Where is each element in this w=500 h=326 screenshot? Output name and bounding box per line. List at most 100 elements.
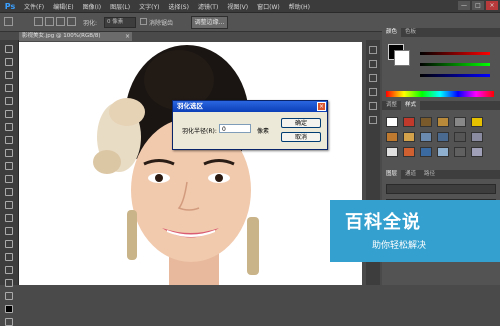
tools-panel [0, 40, 19, 326]
style-swatch[interactable] [386, 132, 398, 142]
dialog-title: 羽化选区 [173, 101, 327, 112]
new-selection-icon[interactable] [34, 17, 43, 26]
menu-layer[interactable]: 图层(L) [110, 2, 130, 11]
intersect-selection-icon[interactable] [67, 17, 76, 26]
blue-slider[interactable] [420, 74, 490, 77]
tab-channels[interactable]: 通道 [401, 170, 420, 179]
photoshop-logo: Ps [4, 1, 16, 11]
zoom-tool-icon[interactable] [5, 292, 13, 300]
adjust-panel-tabs: 调整 样式 [382, 101, 500, 110]
menu-filter[interactable]: 滤镜(T) [198, 2, 218, 11]
menu-select[interactable]: 选择(S) [168, 2, 189, 11]
quick-select-tool-icon[interactable] [5, 84, 13, 92]
shape-tool-icon[interactable] [5, 266, 13, 274]
menu-view[interactable]: 视图(V) [227, 2, 248, 11]
style-swatch[interactable] [471, 132, 483, 142]
dodge-tool-icon[interactable] [5, 214, 13, 222]
marquee-tool-icon[interactable] [5, 58, 13, 66]
style-swatch[interactable] [471, 147, 483, 157]
style-swatch[interactable] [420, 132, 432, 142]
ok-button[interactable]: 确定 [281, 118, 321, 128]
tab-paths[interactable]: 路径 [420, 170, 439, 179]
actions-icon[interactable] [369, 60, 377, 68]
history-icon[interactable] [369, 46, 377, 54]
style-swatch[interactable] [386, 147, 398, 157]
move-tool-icon[interactable] [5, 45, 13, 53]
refine-edge-button[interactable]: 调整边缘... [191, 16, 228, 29]
menu-window[interactable]: 窗口(W) [257, 2, 280, 11]
menu-image[interactable]: 图像(I) [83, 2, 101, 11]
style-swatch[interactable] [386, 117, 398, 127]
style-swatch[interactable] [437, 147, 449, 157]
style-swatch[interactable] [420, 147, 432, 157]
style-swatch[interactable] [437, 132, 449, 142]
blur-tool-icon[interactable] [5, 201, 13, 209]
foreground-color-swatch[interactable] [5, 305, 13, 313]
menu-edit[interactable]: 编辑(E) [53, 2, 73, 11]
close-document-icon[interactable]: × [125, 32, 130, 41]
layers-panel-tabs: 图层 通道 路径 [382, 170, 500, 179]
green-slider[interactable] [420, 63, 490, 66]
feather-selection-dialog: 羽化选区 × 羽化半径(R): 0 像素 确定 取消 [172, 100, 328, 150]
color-spectrum[interactable] [386, 91, 494, 97]
tab-layers[interactable]: 图层 [382, 170, 402, 179]
pen-tool-icon[interactable] [5, 227, 13, 235]
path-select-tool-icon[interactable] [5, 253, 13, 261]
lasso-tool-icon[interactable] [5, 71, 13, 79]
feather-radius-input[interactable]: 0 [219, 124, 251, 133]
red-slider[interactable] [420, 52, 490, 55]
add-selection-icon[interactable] [45, 17, 54, 26]
eyedropper-tool-icon[interactable] [5, 110, 13, 118]
feather-value: 0 像素 [107, 19, 124, 25]
tab-color[interactable]: 颜色 [382, 28, 402, 37]
watermark-subtitle: 助你轻松解决 [372, 241, 427, 251]
brush-tool-icon[interactable] [5, 136, 13, 144]
style-swatch[interactable] [420, 117, 432, 127]
close-window-button[interactable]: × [486, 1, 498, 10]
tab-styles[interactable]: 样式 [401, 101, 421, 110]
minimize-button[interactable]: — [458, 1, 470, 10]
crop-tool-icon[interactable] [5, 97, 13, 105]
quick-mask-icon[interactable] [5, 318, 13, 326]
eraser-tool-icon[interactable] [5, 175, 13, 183]
paragraph-icon[interactable] [369, 116, 377, 124]
properties-icon[interactable] [369, 74, 377, 82]
type-tool-icon[interactable] [5, 240, 13, 248]
info-icon[interactable] [369, 88, 377, 96]
feather-input[interactable]: 0 像素 [104, 17, 136, 28]
menu-help[interactable]: 帮助(H) [289, 2, 310, 11]
healing-tool-icon[interactable] [5, 123, 13, 131]
style-swatch[interactable] [454, 117, 466, 127]
gradient-tool-icon[interactable] [5, 188, 13, 196]
character-icon[interactable] [369, 102, 377, 110]
cancel-button[interactable]: 取消 [281, 132, 321, 142]
tab-adjustments[interactable]: 调整 [382, 101, 401, 110]
stamp-tool-icon[interactable] [5, 149, 13, 157]
menu-type[interactable]: 文字(Y) [139, 2, 159, 11]
subtract-selection-icon[interactable] [56, 17, 65, 26]
dialog-close-icon[interactable]: × [317, 102, 326, 111]
style-swatch[interactable] [403, 147, 415, 157]
watermark-badge: 百科全说 助你轻松解决 [330, 200, 500, 262]
maximize-button[interactable]: □ [472, 1, 484, 10]
feather-radius-label: 羽化半径(R): [182, 128, 217, 135]
style-swatch[interactable] [403, 117, 415, 127]
antialias-label: 消除锯齿 [149, 20, 174, 27]
menu-file[interactable]: 文件(F) [24, 2, 44, 11]
styles-grid [386, 117, 483, 157]
style-swatch[interactable] [454, 147, 466, 157]
antialias-checkbox[interactable] [140, 18, 147, 25]
lasso-tool-icon[interactable] [4, 17, 13, 26]
style-swatch[interactable] [437, 117, 449, 127]
menu-bar: Ps 文件(F) 编辑(E) 图像(I) 图层(L) 文字(Y) 选择(S) 滤… [0, 0, 500, 13]
background-color-chip[interactable] [394, 50, 410, 66]
layer-filter-row[interactable] [386, 184, 496, 194]
document-canvas[interactable] [19, 42, 362, 285]
style-swatch[interactable] [454, 132, 466, 142]
history-brush-icon[interactable] [5, 162, 13, 170]
tab-swatches[interactable]: 色板 [401, 28, 420, 37]
document-tab[interactable]: 影视美女.jpg @ 100%(RGB/8) × [19, 32, 132, 41]
style-swatch[interactable] [471, 117, 483, 127]
style-swatch[interactable] [403, 132, 415, 142]
hand-tool-icon[interactable] [5, 279, 13, 287]
